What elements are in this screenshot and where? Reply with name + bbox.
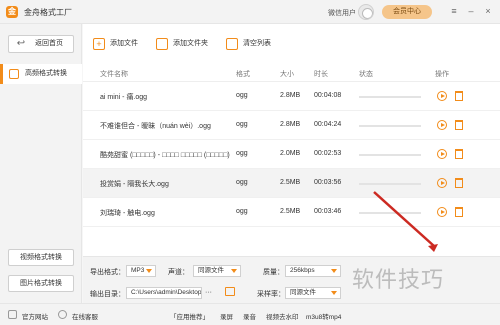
- app-window: 金 金舟格式工厂 微信用户 会员中心 ≡ – × ↩ 返回首页 高频格式转换 视…: [0, 0, 500, 325]
- watermark-text: 软件技巧: [352, 268, 445, 293]
